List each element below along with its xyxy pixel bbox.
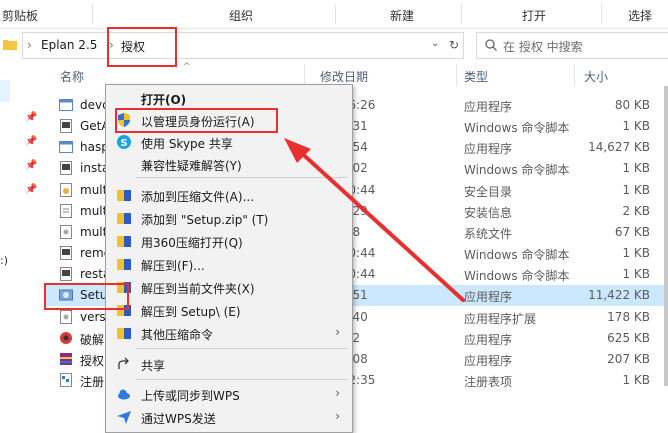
annotation-arrow xyxy=(284,138,465,302)
